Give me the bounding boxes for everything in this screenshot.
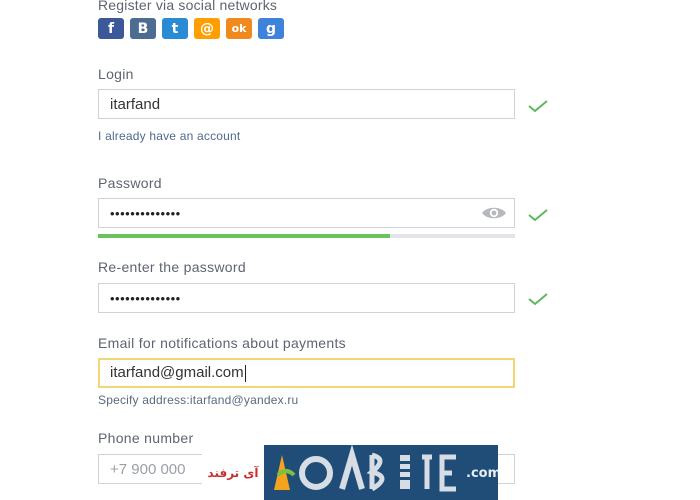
reenter-check-icon — [528, 293, 548, 306]
email-label: Email for notifications about payments — [98, 335, 346, 351]
password-check-icon — [528, 209, 548, 222]
reenter-label: Re-enter the password — [98, 259, 246, 275]
site-watermark: آی ترفند .com — [202, 444, 501, 500]
text-caret — [244, 364, 246, 382]
reenter-password-input[interactable]: •••••••••••••• — [98, 283, 515, 313]
password-value: •••••••••••••• — [110, 205, 181, 221]
login-input[interactable]: itarfand — [98, 89, 515, 119]
mail-ru-icon[interactable]: @ — [194, 18, 220, 39]
email-value: itarfand@gmail.com — [110, 364, 244, 382]
password-input[interactable]: •••••••••••••• — [98, 198, 515, 228]
login-label: Login — [98, 66, 134, 82]
watermark-logo: .com — [264, 444, 501, 500]
social-title: Register via social networks — [98, 0, 278, 13]
login-value: itarfand — [110, 95, 161, 113]
email-hint: Specify address:itarfand@yandex.ru — [98, 393, 299, 407]
facebook-icon[interactable]: f — [98, 18, 124, 39]
eye-icon[interactable] — [481, 205, 507, 221]
watermark-logo-art: .com — [274, 444, 501, 492]
social-buttons: f В t @ ok g — [98, 18, 284, 39]
watermark-persian-text: آی ترفند — [202, 445, 264, 500]
password-strength-bar — [98, 234, 515, 238]
vkontakte-icon[interactable]: В — [130, 18, 156, 39]
email-input[interactable]: itarfand@gmail.com — [98, 358, 515, 388]
reenter-value: •••••••••••••• — [110, 290, 181, 306]
watermark-domain-text: .com — [466, 466, 498, 481]
odnoklassniki-icon[interactable]: ok — [226, 18, 252, 39]
password-strength-fill — [98, 234, 390, 238]
password-label: Password — [98, 175, 162, 191]
twitter-icon[interactable]: t — [162, 18, 188, 39]
phone-label: Phone number — [98, 430, 194, 446]
google-icon[interactable]: g — [258, 18, 284, 39]
existing-account-link[interactable]: I already have an account — [98, 129, 240, 143]
registration-form: Register via social networks f В t @ ok … — [0, 0, 700, 500]
login-check-icon — [528, 100, 548, 113]
